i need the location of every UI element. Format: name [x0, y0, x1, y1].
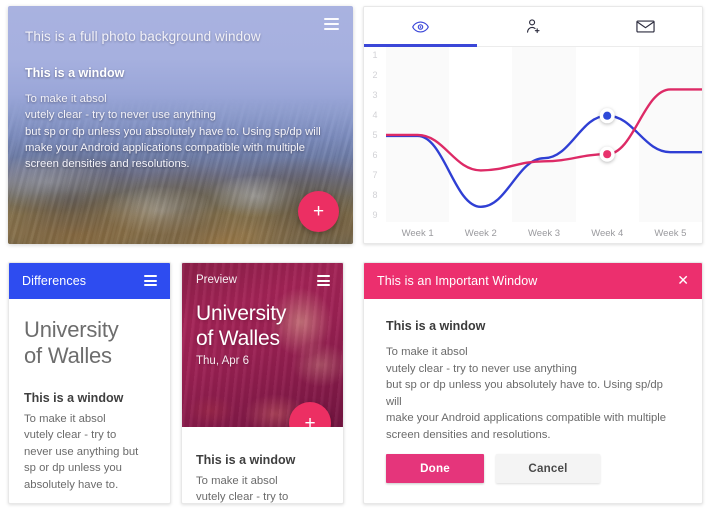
y-tick: 5 [372, 130, 378, 140]
preview-title: Preview [196, 274, 237, 286]
differences-section-text: To make it absol vutely clear - try to n… [24, 413, 139, 491]
hamburger-icon[interactable] [324, 18, 339, 30]
plus-icon: + [312, 201, 325, 222]
chart-window: 1 2 3 4 5 6 7 8 9 Week 1 Week 2 Week 3 W… [363, 6, 703, 244]
hamburger-icon[interactable] [317, 275, 330, 286]
preview-date: Thu, Apr 6 [196, 355, 250, 367]
preview-photo: Preview University of Walles Thu, Apr 6 … [182, 263, 343, 427]
preview-section-title: This is a window [196, 453, 296, 467]
y-tick: 1 [372, 50, 378, 60]
differences-section-title: This is a window [24, 391, 124, 405]
x-tick: Week 3 [527, 227, 561, 239]
y-tick: 6 [372, 150, 378, 160]
done-button[interactable]: Done [386, 454, 484, 483]
important-body: This is a window To make it absol vutely… [364, 299, 702, 444]
differences-titlebar: Differences [9, 263, 170, 299]
screenshot-canvas: This is a full photo background window T… [0, 0, 710, 510]
preview-body: This is a window To make it absol vutely… [182, 427, 343, 504]
chart-tabbar [364, 7, 702, 47]
preview-window: Preview University of Walles Thu, Apr 6 … [181, 262, 344, 504]
photo-background-window: This is a full photo background window T… [8, 6, 353, 244]
y-tick: 8 [372, 190, 378, 200]
important-titlebar: This is an Important Window ✕ [364, 263, 702, 299]
y-tick: 3 [372, 90, 378, 100]
x-tick: Week 4 [591, 227, 624, 239]
close-icon[interactable]: ✕ [677, 273, 689, 287]
chart-marker-pink-series[interactable] [603, 150, 612, 159]
chart-area: 1 2 3 4 5 6 7 8 9 Week 1 Week 2 Week 3 W… [364, 47, 702, 243]
tab-mail[interactable] [589, 7, 702, 46]
y-tick: 9 [372, 210, 378, 220]
tab-add-person[interactable] [477, 7, 590, 46]
chart-x-axis: Week 1 Week 2 Week 3 Week 4 Week 5 [386, 222, 702, 243]
person-add-icon [526, 19, 540, 34]
photo-window-title: This is a full photo background window [25, 29, 261, 44]
photo-window-subtitle: This is a window [25, 66, 125, 80]
chart-y-axis: 1 2 3 4 5 6 7 8 9 [364, 47, 386, 222]
differences-body: University of Walles This is a window To… [9, 299, 170, 493]
x-tick: Week 5 [654, 227, 687, 239]
photo-window-body: This is a window To make it absol vutely… [25, 66, 335, 172]
differences-window: Differences University of Walles This is… [8, 262, 171, 504]
chart-marker-blue-series[interactable] [603, 111, 612, 120]
x-tick: Week 1 [401, 227, 434, 239]
hamburger-icon[interactable] [144, 275, 157, 286]
y-tick: 7 [372, 170, 378, 180]
eye-icon [411, 20, 429, 33]
y-tick: 2 [372, 70, 378, 80]
add-fab-button[interactable]: + [298, 191, 339, 232]
important-window: This is an Important Window ✕ This is a … [363, 262, 703, 504]
important-actions: Done Cancel [386, 454, 600, 483]
y-tick: 4 [372, 110, 378, 120]
important-text: To make it absol vutely clear - try to n… [386, 346, 667, 441]
important-title: This is an Important Window [377, 274, 538, 288]
mail-icon [636, 20, 655, 33]
differences-heading: University of Walles [24, 317, 119, 368]
photo-window-paragraph: To make it absol vutely clear - try to n… [25, 93, 321, 171]
x-tick: Week 2 [464, 227, 497, 239]
cancel-button[interactable]: Cancel [496, 454, 600, 483]
chart-plot [386, 88, 702, 209]
important-heading: This is a window [386, 319, 486, 333]
preview-heading: University of Walles [196, 302, 287, 350]
differences-title: Differences [22, 274, 87, 288]
plus-icon: + [304, 412, 316, 428]
tab-views[interactable] [364, 7, 477, 47]
preview-section-text: To make it absol vutely clear - try to [196, 475, 289, 504]
